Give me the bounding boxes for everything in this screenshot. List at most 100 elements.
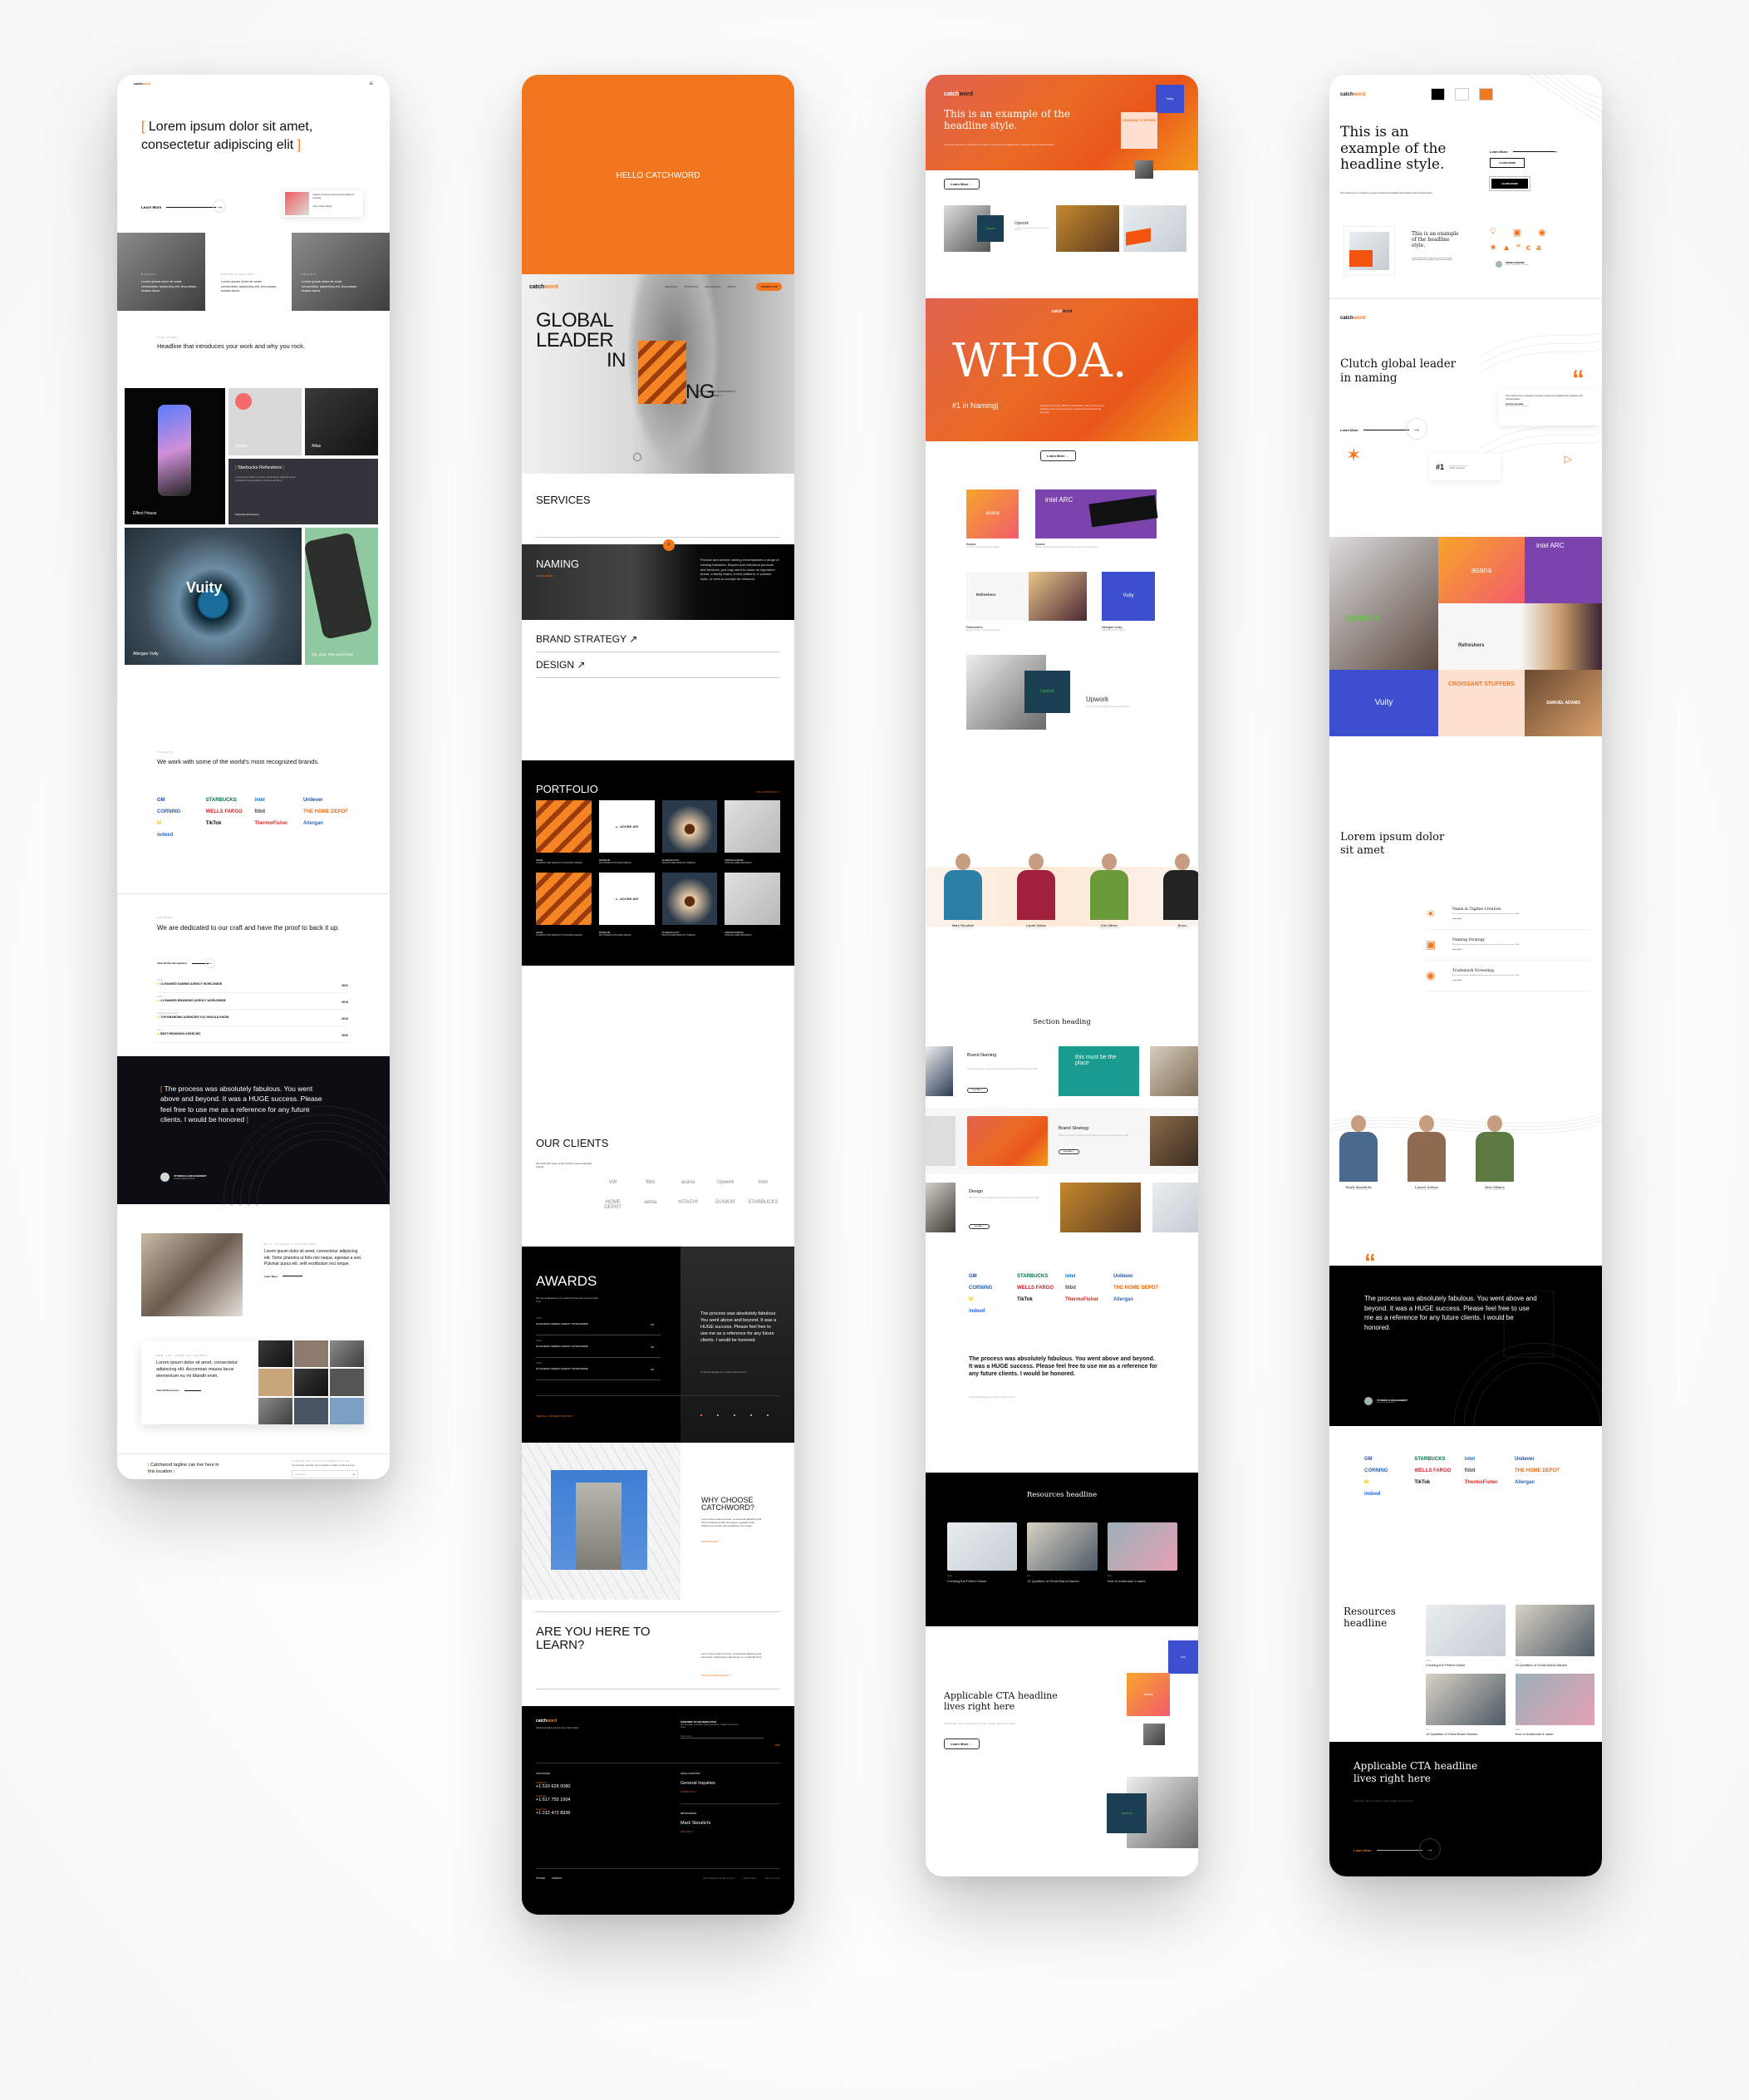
mosaic-intel-arc[interactable]: intel ARC [1525,537,1602,603]
carousel-photo[interactable] [1056,205,1119,252]
office-phone[interactable]: +1 212 472 8936 [536,1811,570,1816]
nav-logo[interactable]: catchword [529,284,558,290]
clutch-learn-more[interactable]: Learn More → [1340,418,1427,440]
service-row[interactable]: ☀ Name & Tagline Creation We've been namin… [1426,899,1590,930]
nav-link[interactable]: ABOUT [727,285,735,288]
nav-link[interactable]: PORTFOLIO [684,285,698,288]
privacy-link[interactable]: Privacy Policy [744,1877,757,1880]
work-tile-starbucks-refreshers[interactable]: [ Starbucks Refreshers ] Lorem ipsum dol… [228,459,378,524]
award-row[interactable]: dgnt ★ BEST BRANDING AGENCIES 2020 [157,1026,348,1043]
mosaic-asana[interactable]: asana [1438,537,1525,603]
award-row[interactable]: Clutch ★ #1 RANKED BRANDING AGENCY WORLDW… [157,993,348,1010]
terms-link[interactable]: Terms of Service [764,1877,780,1880]
team-member[interactable]: Laurel Sutton Senior Strategist & Linguis… [1401,1112,1452,1191]
service-tile-design[interactable]: DESIGN Lorem ipsum dolor sit amet, consec… [292,233,390,311]
view-recognition-link[interactable]: View All Our Recognition → [157,958,215,968]
case-study-card[interactable]: Asana company and product platform namin… [283,190,363,217]
hero-caption[interactable]: ASANA COMPANY AND PRODUCT PLATFORM NAMIN… [695,390,745,397]
service-learn-more[interactable]: Learn More → [1452,918,1519,920]
cta-learn-more[interactable]: Learn More → [1354,1838,1441,1860]
linkedin-link[interactable]: LINKEDIN [552,1877,562,1880]
resource-card[interactable]: Guide Creating the Perfect Name [1426,1605,1506,1667]
logo[interactable]: catchword [134,81,150,86]
portfolio-item[interactable]: ALLERGAN VUITY HEALTHCARE PRODUCT NAMING [661,873,718,937]
work-tile-atlas[interactable]: Atlas [305,388,378,455]
carousel-photo[interactable] [1123,205,1186,252]
award-row[interactable]: Clutch #1 RANKED NAMING AGENCY WORLDWIDE '… [536,1335,661,1358]
award-row[interactable]: Clutch #1 RANKED NAMING AGENCY WORLDWIDE '… [536,1358,661,1380]
award-row[interactable]: influencermarketinghub ★ TOP BRANDING AGE… [157,1010,348,1026]
why-learn-more[interactable]: Learn More [264,1275,364,1278]
team-member[interactable]: Bruno Project Director [1157,850,1198,929]
resource-card[interactable]: List 10 Qualities of Great Brand Names [1426,1674,1506,1736]
portfolio-item[interactable]: ASANA COMPANY AND PRODUCT PLATFORM NAMING [536,873,592,937]
portfolio-item[interactable]: ASANA COMPANY AND PRODUCT PLATFORM NAMING [536,800,592,864]
service-row[interactable]: ▣ Naming Strategy We've been naming compan… [1426,930,1590,961]
service-row[interactable]: ◉ Trademark Screening We've been naming co… [1426,961,1590,991]
send-button[interactable]: SEND [774,1744,780,1747]
resource-card[interactable]: Guide Creating the Perfect Name [947,1522,1018,1583]
team-member[interactable]: Laurel Sutton Senior Strategist & Linguis… [1010,850,1062,929]
work-tile-fitbit[interactable]: Zip, One, Flex and Force [303,528,378,665]
logo[interactable]: catchword [1340,316,1365,321]
hero-learn-more[interactable]: Learn More → [141,199,227,213]
mosaic-vuity[interactable]: Vuity [1329,670,1438,736]
design-learn-more[interactable]: Learn More → [969,1224,990,1229]
service-learn-more[interactable]: Learn More → [1452,980,1519,981]
brand-naming-learn-more[interactable]: Learn More → [967,1088,989,1093]
logo[interactable]: catchword [944,91,973,97]
office-phone[interactable]: +1 510 628 0080 [536,1784,570,1789]
team-member[interactable]: Mark Skoultchi Principal & Project Lead [1333,1112,1384,1191]
service-learn-more[interactable]: Learn More → [1452,949,1519,951]
service-naming-card[interactable]: × NAMING LEARN MORE ↗ Product and servic… [522,539,794,620]
work-tile-effect-house[interactable]: Effect House [125,388,225,524]
whoa-learn-more-button[interactable]: Learn More → [1040,450,1076,461]
award-row[interactable]: Clutch ★ #1 RANKED NAMING AGENCY WORLDWID… [157,976,348,993]
team-member[interactable]: Erin Milnes Project & Creative Director [1083,850,1135,929]
cta-learn-more-button[interactable]: Learn More → [944,1739,980,1749]
resource-card[interactable]: List 10 Qualities of Great Brand Names [1515,1605,1594,1667]
resource-card[interactable]: Video How to trademark a name [1515,1674,1594,1736]
team-member[interactable]: Erin Milnes Project & Creative Director [1469,1112,1521,1191]
logo[interactable]: catchword [1340,92,1365,97]
mosaic-samuel-adams[interactable]: SAMUEL ADAMS [1525,670,1602,736]
footer-logo[interactable]: catchword [536,1719,557,1724]
contact-us-button[interactable]: CONTACT US [756,283,783,291]
mosaic-refreshers[interactable]: Refreshers [1438,603,1602,670]
mosaic-croissant[interactable]: CROISSANT STUFFERS [1438,670,1525,736]
why-learn-more[interactable]: LEARN MORE ↗ [701,1540,720,1543]
vuity-tile[interactable]: Vuity [1156,85,1184,113]
portfolio-item[interactable]: ▲ ADOBE AIR ADOBE AIR SOFTWARE PLATFORM NAM… [598,800,655,864]
nav-link[interactable]: SERVICES [665,285,677,288]
work-tile-refreshers[interactable]: Refreshers [966,572,1087,621]
croissant-tile[interactable]: CROISSANT STUFFERS [1121,112,1157,149]
work-tile-allergan-vuity[interactable]: Vuity Allergan Vuity [125,528,302,665]
learn-more-link[interactable]: Learn More → [1490,146,1559,155]
newsletter-email-input[interactable]: Work email [680,1735,764,1739]
service-tile-brand-strategy[interactable]: BRAND STRATEGY Lorem ipsum dolor sit amet… [221,273,279,293]
newsletter-email-input[interactable]: work email ➤ [292,1470,358,1478]
portfolio-item[interactable]: ▲ ADOBE AIR ADOBE AIR SOFTWARE PLATFORM NAM… [598,873,655,937]
work-tile-asana[interactable]: Asana [228,388,302,455]
resource-card[interactable]: Video How to trademark a name [1107,1522,1177,1583]
contact-us-link[interactable]: CONTACT US ↗ [680,1791,696,1793]
carousel-dots[interactable] [700,1414,769,1416]
hero-learn-more-button[interactable]: Learn More → [944,179,980,189]
view-resources-link[interactable]: View All Resources [156,1389,252,1392]
portfolio-item[interactable]: AMAZON FASHION PRIVATE LABEL BRANDING [725,873,780,937]
lets-talk-link[interactable]: LET'S TALK ↗ [680,1831,694,1833]
service-item[interactable]: BRAND STRATEGY ↗ [536,627,780,652]
service-tile-naming[interactable]: NAMING Lorem ipsum dolor sit amet, consec… [117,233,205,311]
office-phone[interactable]: +1 617 755 1904 [536,1798,570,1802]
full-portfolio-link[interactable]: FULL PORTFOLIO ↗ [756,790,780,794]
work-tile-vuity[interactable]: Vuity [1102,572,1155,621]
work-tile-upwork[interactable]: Upwork [966,655,1070,730]
resource-card[interactable]: List 10 Qualities of Great Brand Names [1027,1522,1098,1583]
solid-button[interactable]: LEARN MORE [1488,176,1531,191]
brand-strategy-learn-more[interactable]: Learn More → [1059,1149,1080,1154]
work-tile-intel-arc[interactable]: intel ARC [1035,489,1158,539]
twitter-link[interactable]: TWITTER [536,1877,545,1880]
portfolio-item[interactable]: AMAZON FASHION PRIVATE LABEL BRANDING [725,800,780,864]
hamburger-menu-icon[interactable]: ≡ [369,80,373,87]
mosaic-upwork[interactable]: upwork [1329,537,1438,670]
